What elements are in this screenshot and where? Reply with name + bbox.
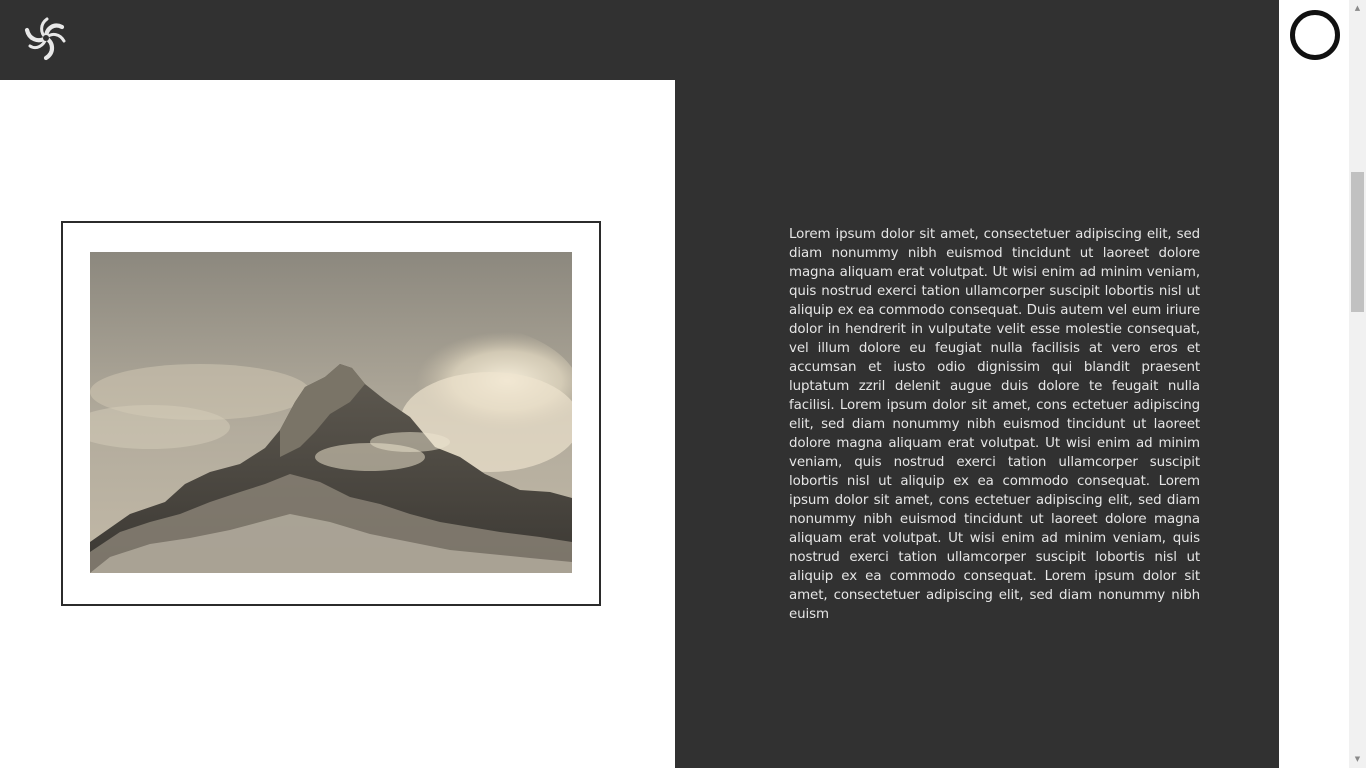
mountain-photo — [90, 252, 572, 573]
scrollbar-thumb[interactable] — [1351, 172, 1364, 312]
body-paragraph: Lorem ipsum dolor sit amet, consectetuer… — [789, 227, 1200, 622]
photo-frame — [61, 221, 601, 606]
swirl-logo-icon[interactable] — [22, 14, 70, 62]
scroll-up-arrow-icon[interactable]: ▲ — [1349, 0, 1366, 17]
scroll-down-arrow-icon[interactable]: ▼ — [1349, 751, 1366, 768]
circle-menu-icon[interactable] — [1290, 10, 1340, 60]
right-sidebar-strip — [1279, 0, 1349, 768]
vertical-scrollbar[interactable]: ▲ ▼ — [1349, 0, 1366, 768]
top-header — [0, 0, 1279, 80]
page: ▲ ▼ Lorem ipsum dolor sit amet, consecte… — [0, 0, 1366, 768]
